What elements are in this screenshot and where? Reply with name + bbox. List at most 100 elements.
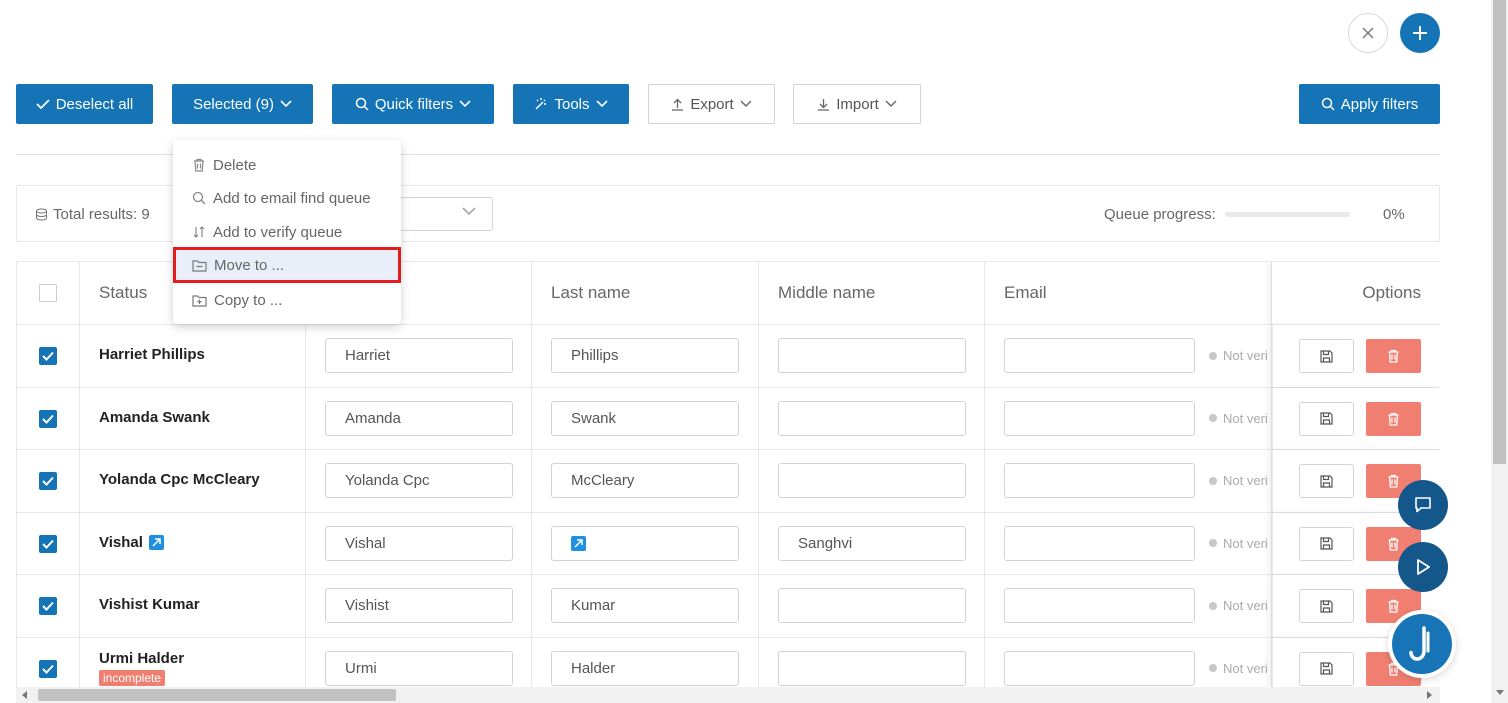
last-name-cell: McCleary (532, 450, 759, 512)
middle-name-input[interactable]: Sanghvi (778, 525, 966, 561)
middle-name-input[interactable] (778, 588, 966, 623)
scroll-left-icon[interactable] (22, 691, 28, 699)
middle-name-input[interactable] (778, 338, 966, 373)
row-checkbox[interactable] (39, 409, 57, 428)
row-checkbox[interactable] (39, 534, 57, 553)
header-options: Options (1272, 262, 1440, 325)
first-name-input[interactable]: Yolanda Cpc (325, 463, 513, 498)
last-name-value: McCleary (571, 472, 635, 489)
middle-name-input[interactable] (778, 400, 966, 436)
header-middle-name-label: Middle name (778, 283, 876, 302)
email-input[interactable] (1004, 400, 1195, 436)
quick-filters-button[interactable]: Quick filters (332, 84, 494, 124)
import-label: Import (836, 95, 879, 113)
chevron-down-icon (280, 100, 292, 108)
external-link-icon[interactable] (148, 534, 164, 550)
last-name-cell: Swank (532, 387, 759, 449)
menu-item-add-verify-queue[interactable]: Add to verify queue (173, 215, 401, 249)
menu-item-move-to[interactable]: Move to ... (173, 247, 401, 283)
chat-button[interactable] (1398, 480, 1448, 530)
options-cell (1272, 325, 1440, 387)
contact-name-label: Amanda Swank (99, 408, 210, 426)
check-icon (42, 664, 54, 674)
header-email: Email (985, 262, 1272, 325)
last-name-cell: Kumar (532, 575, 759, 637)
save-button[interactable] (1299, 464, 1354, 498)
menu-item-add-email-find-queue[interactable]: Add to email find queue (173, 181, 401, 215)
external-link-icon[interactable] (571, 535, 586, 551)
check-icon (42, 414, 54, 424)
last-name-input[interactable]: Swank (551, 400, 739, 436)
chevron-down-icon (462, 207, 476, 215)
tools-label: Tools (554, 95, 590, 113)
first-name-input[interactable]: Vishal (325, 525, 513, 561)
play-button[interactable] (1398, 542, 1448, 592)
contact-name-label: Harriet Phillips (99, 346, 205, 363)
deselect-all-button[interactable]: Deselect all (16, 84, 153, 124)
menu-item-copy-to[interactable]: Copy to ... (173, 283, 401, 317)
delete-button[interactable] (1366, 401, 1421, 436)
first-name-input[interactable]: Urmi (325, 650, 513, 686)
close-button[interactable] (1348, 13, 1388, 53)
save-button[interactable] (1299, 589, 1354, 623)
apply-filters-button[interactable]: Apply filters (1299, 84, 1440, 124)
last-name-value: Kumar (571, 597, 616, 614)
row-checkbox[interactable] (39, 597, 57, 615)
contact-name-label: Yolanda Cpc McCleary (99, 471, 260, 488)
checkbox-cell (17, 512, 80, 574)
header-status-label: Status (99, 283, 148, 302)
last-name-value: Phillips (571, 347, 619, 364)
deselect-all-label: Deselect all (55, 95, 134, 113)
last-name-input[interactable]: Halder (551, 650, 739, 686)
hook-icon (1409, 626, 1430, 661)
scroll-down-icon[interactable] (1496, 690, 1504, 696)
row-checkbox[interactable] (39, 472, 57, 490)
import-button[interactable]: Import (793, 84, 921, 124)
menu-item-delete[interactable]: Delete (173, 148, 401, 182)
status-dot (1209, 664, 1217, 672)
first-name-input[interactable]: Harriet (325, 338, 513, 373)
first-name-input[interactable]: Amanda (325, 400, 513, 436)
last-name-value: Swank (571, 409, 617, 427)
scroll-right-icon[interactable] (1426, 691, 1432, 699)
row-checkbox[interactable] (39, 347, 57, 365)
hook-assistant-button[interactable] (1388, 610, 1456, 678)
select-all-checkbox[interactable] (39, 284, 57, 302)
save-button[interactable] (1299, 339, 1354, 373)
add-button[interactable] (1400, 13, 1440, 53)
verification-status-label: Not veri (1223, 473, 1268, 488)
last-name-input[interactable]: McCleary (551, 463, 739, 498)
play-icon (1417, 559, 1430, 575)
email-input[interactable] (1004, 463, 1195, 498)
email-input[interactable] (1004, 338, 1195, 373)
chat-icon (1415, 497, 1431, 513)
middle-name-input[interactable] (778, 650, 966, 686)
contacts-table: Status e Last name Middle name Email Opt… (16, 261, 1440, 691)
row-checkbox[interactable] (39, 659, 57, 678)
email-input[interactable] (1004, 525, 1195, 561)
tools-button[interactable]: Tools (513, 84, 629, 124)
vertical-scroll-thumb[interactable] (1493, 0, 1506, 464)
vertical-scrollbar[interactable] (1491, 0, 1508, 703)
horizontal-scrollbar[interactable] (16, 687, 1440, 703)
last-name-input[interactable]: Kumar (551, 588, 739, 623)
selected-dropdown-button[interactable]: Selected (9) (172, 84, 313, 124)
trash-icon (1388, 349, 1399, 363)
save-button[interactable] (1299, 401, 1354, 436)
delete-button[interactable] (1366, 339, 1421, 373)
export-button[interactable]: Export (648, 84, 775, 124)
last-name-input[interactable] (551, 525, 739, 561)
middle-name-input[interactable] (778, 463, 966, 498)
middle-name-cell (759, 450, 985, 512)
save-button[interactable] (1299, 526, 1354, 561)
middle-name-cell (759, 637, 985, 691)
horizontal-scroll-thumb[interactable] (38, 689, 396, 701)
contact-name: Amanda Swank (99, 409, 210, 426)
last-name-input[interactable]: Phillips (551, 338, 739, 373)
email-input[interactable] (1004, 650, 1195, 686)
check-icon (42, 539, 54, 549)
email-input[interactable] (1004, 588, 1195, 623)
save-button[interactable] (1299, 651, 1354, 686)
first-name-input[interactable]: Vishist (325, 588, 513, 623)
status-dot (1209, 539, 1217, 547)
